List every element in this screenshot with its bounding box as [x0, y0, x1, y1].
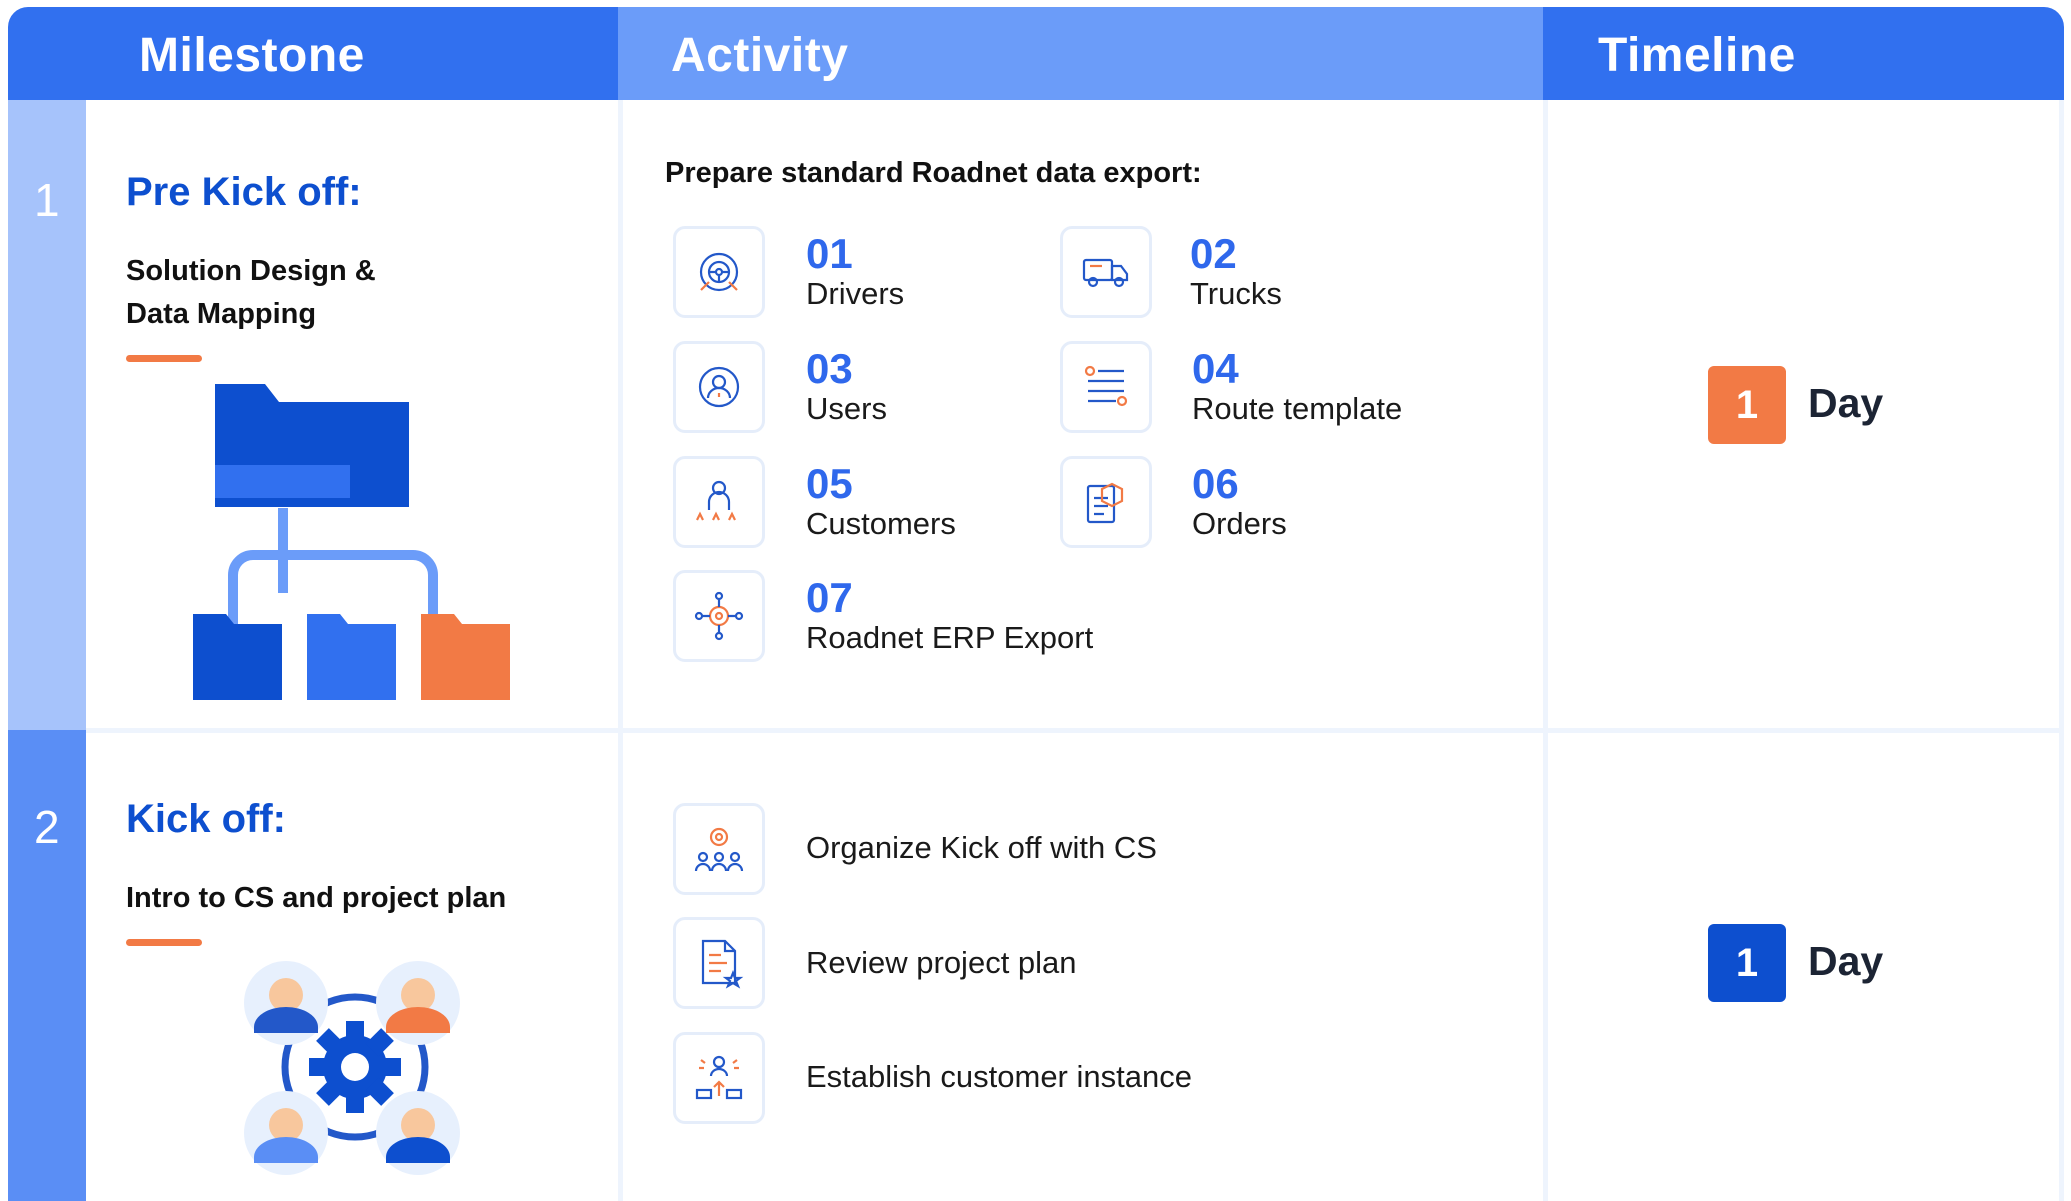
- row-1-subtitle: Solution Design & Data Mapping: [126, 250, 566, 336]
- steering-driver-icon: [673, 226, 765, 318]
- header-timeline-label: Timeline: [1598, 29, 1796, 82]
- folder-hierarchy-icon: [193, 384, 510, 700]
- customer-rating-icon: [673, 456, 765, 548]
- upload-person-icon: [673, 1032, 765, 1124]
- row-2-timeline-badge: 1: [1708, 924, 1786, 1002]
- row-2-subtitle: Intro to CS and project plan: [126, 882, 507, 914]
- row-1-timeline-badge: 1: [1708, 366, 1786, 444]
- row-2-accent-bar: [126, 939, 202, 946]
- item-04-number: 04: [1192, 345, 1239, 392]
- item-05-number: 05: [806, 460, 853, 507]
- row-2-number: 2: [34, 801, 60, 853]
- header-timeline: Timeline: [1543, 7, 2064, 100]
- row-2-timeline-cell: [1543, 728, 2064, 1201]
- item-02-label: Trucks: [1190, 276, 1282, 311]
- row-2-item-1-label: Organize Kick off with CS: [806, 830, 1157, 865]
- document-star-icon: [673, 917, 765, 1009]
- row-1-timeline-cell: [1543, 100, 2064, 733]
- row-1-accent-bar: [126, 355, 202, 362]
- order-clipboard-icon: [1060, 456, 1152, 548]
- team-gear-icon: [244, 961, 460, 1175]
- row-2-item-2-label: Review project plan: [806, 945, 1077, 980]
- item-06-label: Orders: [1192, 506, 1287, 541]
- row-2-timeline-unit: Day: [1808, 938, 1884, 984]
- row-1-activity-title: Prepare standard Roadnet data export:: [665, 157, 1202, 189]
- user-circle-icon: [673, 341, 765, 433]
- item-03-label: Users: [806, 391, 887, 426]
- item-01-number: 01: [806, 230, 853, 277]
- row-1-subtitle-line-1: Solution Design &: [126, 255, 376, 287]
- route-icon: [1060, 341, 1152, 433]
- header-activity-label: Activity: [671, 29, 849, 82]
- header-milestone-label: Milestone: [139, 29, 365, 82]
- item-02-number: 02: [1190, 230, 1237, 277]
- item-07-number: 07: [806, 574, 853, 621]
- row-1-number-cell: 1: [8, 100, 86, 730]
- item-05-label: Customers: [806, 506, 956, 541]
- row-1-timeline-unit: Day: [1808, 380, 1884, 426]
- row-1-title: Pre Kick off:: [126, 170, 362, 214]
- row-1-subtitle-line-2: Data Mapping: [126, 298, 317, 330]
- row-2-number-cell: 2: [8, 730, 86, 1201]
- truck-icon: [1060, 226, 1152, 318]
- item-04-label: Route template: [1192, 391, 1403, 426]
- row-1-number: 1: [34, 174, 60, 226]
- header-number-cell: [8, 7, 86, 100]
- item-07-label: Roadnet ERP Export: [806, 620, 1094, 655]
- header-activity: Activity: [618, 7, 1543, 100]
- gear-network-icon: [673, 570, 765, 662]
- team-settings-icon: [673, 803, 765, 895]
- item-03-number: 03: [806, 345, 853, 392]
- item-01-label: Drivers: [806, 276, 905, 311]
- row-2-title: Kick off:: [126, 797, 286, 841]
- item-06-number: 06: [1192, 460, 1239, 507]
- header-milestone: Milestone: [86, 7, 618, 100]
- row-2-item-3-label: Establish customer instance: [806, 1059, 1192, 1094]
